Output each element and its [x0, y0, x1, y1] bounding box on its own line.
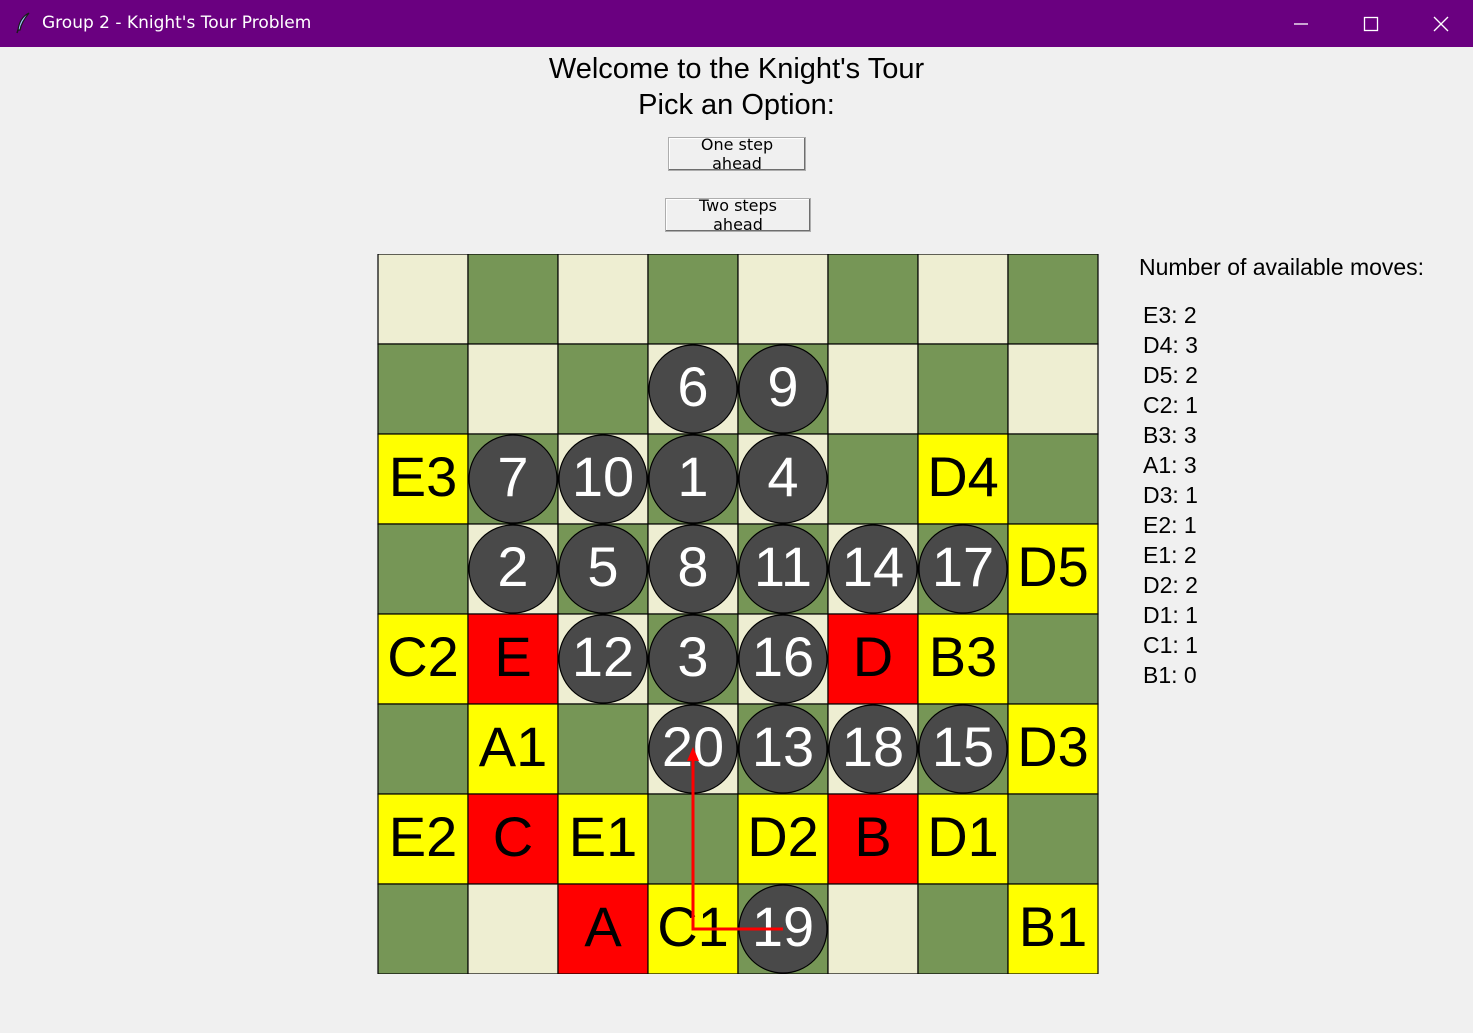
- lookahead-move-label: E1: [569, 805, 638, 868]
- board-square[interactable]: [917, 343, 1009, 435]
- board-square[interactable]: [827, 254, 919, 345]
- board-square[interactable]: [1007, 343, 1099, 435]
- available-move-item: C1: 1: [1143, 632, 1198, 658]
- board-square[interactable]: [1007, 613, 1099, 705]
- board-square[interactable]: [1007, 433, 1099, 525]
- available-move-item: D1: 1: [1143, 602, 1198, 628]
- board-square[interactable]: [917, 254, 1009, 345]
- candidate-move-label: C: [493, 805, 533, 868]
- move-number: 3: [677, 625, 708, 688]
- lookahead-move-label: C2: [387, 625, 459, 688]
- board-square[interactable]: [827, 343, 919, 435]
- board-square[interactable]: [377, 523, 469, 615]
- candidate-move-label: D: [853, 625, 893, 688]
- board-square[interactable]: [377, 883, 469, 974]
- lookahead-move-label: D2: [747, 805, 819, 868]
- lookahead-move-label: A1: [479, 715, 548, 778]
- board-square[interactable]: [647, 254, 739, 345]
- board-square[interactable]: [557, 343, 649, 435]
- move-number: 1: [677, 445, 708, 508]
- minimize-button[interactable]: [1266, 0, 1336, 47]
- lookahead-move-label: D5: [1017, 535, 1089, 598]
- maximize-button[interactable]: [1336, 0, 1406, 47]
- lookahead-move-label: D4: [927, 445, 999, 508]
- window-title: Group 2 - Knight's Tour Problem: [42, 13, 312, 33]
- available-move-item: E1: 2: [1143, 542, 1197, 568]
- available-move-item: E3: 2: [1143, 302, 1197, 328]
- board-square[interactable]: [467, 254, 559, 345]
- pick-option-heading: Pick an Option:: [638, 89, 835, 121]
- minimize-icon: [1294, 22, 1308, 25]
- move-number: 18: [842, 715, 904, 778]
- lookahead-move-label: E2: [389, 805, 458, 868]
- feather-icon: [14, 12, 34, 34]
- move-number: 16: [752, 625, 814, 688]
- chess-board[interactable]: ABCDEE3 D4D5C2 B3A1 D3E2 E1 D2 D1C1 B1123456789…: [377, 254, 1099, 974]
- available-move-item: D2: 2: [1143, 572, 1198, 598]
- welcome-heading: Welcome to the Knight's Tour: [548, 53, 925, 85]
- move-number: 9: [767, 355, 798, 418]
- move-number: 8: [677, 535, 708, 598]
- move-number: 10: [572, 445, 634, 508]
- available-move-item: D4: 3: [1143, 332, 1198, 358]
- candidate-move-label: B: [854, 805, 891, 868]
- board-square[interactable]: [557, 703, 649, 795]
- title-bar: Group 2 - Knight's Tour Problem: [0, 0, 1473, 47]
- board-square[interactable]: [827, 883, 919, 974]
- available-moves-list: E3: 2 D4: 3 D5: 2 C2: 1 B3: 3 A1: 3 D3: 1 E2: 1…: [1143, 300, 1198, 690]
- move-number: 5: [587, 535, 618, 598]
- close-button[interactable]: [1406, 0, 1473, 47]
- board-square[interactable]: [377, 703, 469, 795]
- board-square[interactable]: [467, 343, 559, 435]
- lookahead-move-label: E3: [389, 445, 458, 508]
- two-steps-ahead-button[interactable]: Two steps ahead: [665, 196, 811, 234]
- available-move-item: E2: 1: [1143, 512, 1197, 538]
- lookahead-move-label: D1: [927, 805, 999, 868]
- board-square[interactable]: [1007, 793, 1099, 885]
- board-square[interactable]: [737, 254, 829, 345]
- candidate-move-label: A: [584, 895, 622, 958]
- board-square[interactable]: [377, 343, 469, 435]
- board-square[interactable]: [557, 254, 649, 345]
- available-move-item: D3: 1: [1143, 482, 1198, 508]
- available-move-item: B3: 3: [1143, 422, 1197, 448]
- close-icon: [1433, 16, 1449, 31]
- move-number: 11: [754, 535, 812, 598]
- lookahead-move-label: B1: [1019, 895, 1088, 958]
- lookahead-move-label: B3: [929, 625, 998, 688]
- board-square[interactable]: [377, 254, 469, 345]
- candidate-move-label: E: [494, 625, 531, 688]
- move-number: 19: [752, 895, 814, 958]
- move-number: 13: [752, 715, 814, 778]
- board-square[interactable]: [827, 433, 919, 525]
- board-square[interactable]: [467, 883, 559, 974]
- move-number: 6: [677, 355, 708, 418]
- move-number: 7: [497, 445, 528, 508]
- available-move-item: C2: 1: [1143, 392, 1198, 418]
- board-square[interactable]: [1007, 254, 1099, 345]
- available-move-item: D5: 2: [1143, 362, 1198, 388]
- move-number: 12: [572, 625, 634, 688]
- one-step-ahead-button[interactable]: One step ahead: [668, 135, 806, 173]
- maximize-icon: [1363, 16, 1379, 31]
- available-move-item: A1: 3: [1143, 452, 1197, 478]
- move-number: 17: [932, 535, 994, 598]
- move-number: 4: [767, 445, 798, 508]
- move-number: 2: [497, 535, 528, 598]
- board-square[interactable]: [917, 883, 1009, 974]
- available-move-item: B1: 0: [1143, 662, 1197, 688]
- move-number: 14: [842, 535, 904, 598]
- lookahead-move-label: D3: [1017, 715, 1089, 778]
- move-number: 15: [932, 715, 994, 778]
- available-moves-title: Number of available moves:: [1139, 254, 1425, 280]
